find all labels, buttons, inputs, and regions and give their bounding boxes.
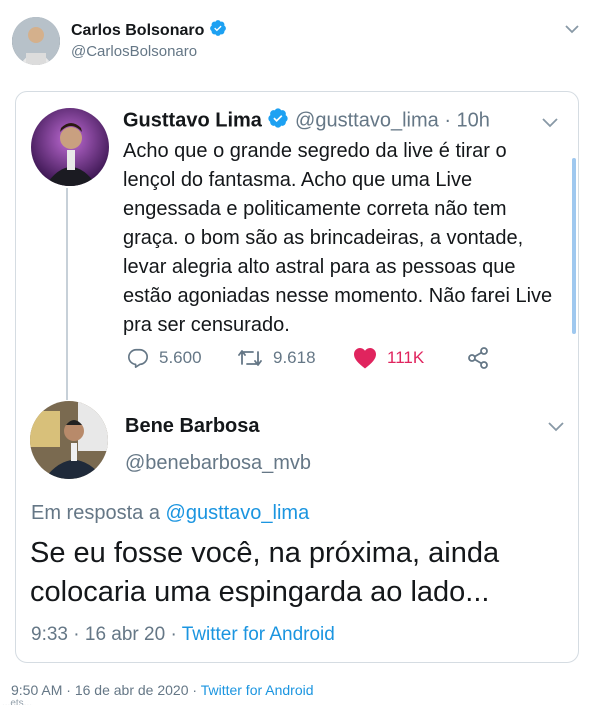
reply-action[interactable]: 5.600	[127, 346, 202, 370]
bene-name[interactable]: Bene Barbosa	[125, 415, 260, 438]
thread-connector	[66, 188, 68, 400]
heart-icon	[354, 348, 376, 369]
retweet-count: 9.618	[273, 348, 316, 367]
reply-date[interactable]: 16 abr 20	[85, 624, 165, 645]
reply-time[interactable]: 9:33	[31, 624, 68, 645]
separator-dot: ·	[66, 682, 71, 698]
carlos-avatar[interactable]	[12, 17, 60, 65]
like-count: 111K	[387, 348, 425, 367]
reply-source[interactable]: Twitter for Android	[182, 624, 335, 645]
chevron-down-icon[interactable]	[547, 420, 565, 438]
gusttavo-avatar[interactable]	[31, 108, 109, 186]
outer-timestamp[interactable]: 9:50 AM	[11, 682, 62, 698]
scrollbar[interactable]	[572, 158, 576, 334]
gusttavo-tweet-text: Acho que o grande segredo da live é tira…	[123, 140, 553, 336]
retweet-action[interactable]: 9.618	[237, 346, 316, 370]
chevron-down-icon[interactable]	[564, 22, 580, 40]
outer-author-handle[interactable]: @CarlosBolsonaro	[71, 43, 197, 60]
separator-dot: ·	[170, 624, 177, 645]
cutoff-footer-text: ...ets...	[2, 699, 33, 705]
separator-dot: ·	[73, 624, 80, 645]
gusttavo-handle[interactable]: @gusttavo_lima	[295, 109, 439, 131]
reply-count: 5.600	[159, 348, 202, 367]
bene-avatar[interactable]	[30, 401, 108, 479]
tweet-time-ago[interactable]: 10h	[457, 109, 490, 131]
verified-badge-icon	[209, 19, 227, 43]
reply-icon	[128, 348, 148, 368]
share-icon	[468, 347, 488, 369]
outer-author-name[interactable]: Carlos Bolsonaro	[71, 22, 204, 39]
reply-to-link[interactable]: @gusttavo_lima	[166, 502, 310, 524]
bene-handle[interactable]: @benebarbosa_mvb	[125, 452, 311, 475]
like-action[interactable]: 111K	[353, 346, 424, 370]
retweet-icon	[238, 350, 262, 366]
separator-dot: ·	[192, 682, 198, 698]
outer-date[interactable]: 16 de abr de 2020	[75, 682, 189, 698]
outer-source[interactable]: Twitter for Android	[201, 682, 314, 698]
separator-dot: ·	[444, 109, 451, 132]
reply-prefix: Em resposta a	[31, 502, 160, 524]
share-action[interactable]	[466, 346, 500, 370]
gusttavo-name[interactable]: Gusttavo Lima	[123, 109, 262, 131]
chevron-down-icon[interactable]	[541, 116, 559, 134]
verified-badge-icon	[267, 107, 289, 135]
bene-tweet-text: Se eu fosse você, na próxima, ainda colo…	[30, 537, 500, 608]
